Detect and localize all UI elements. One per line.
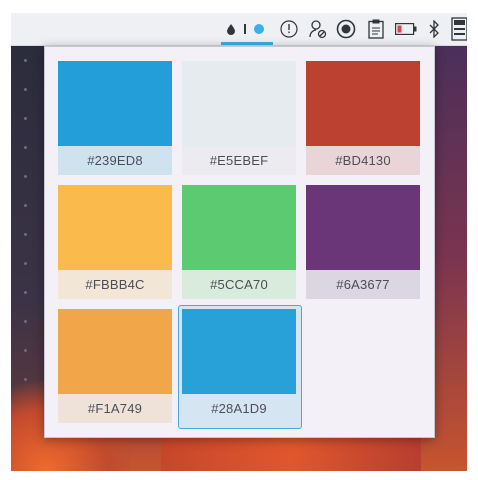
swatch-label[interactable]: #6A3677 [306, 270, 420, 299]
info-circle-icon[interactable] [279, 13, 299, 45]
swatch-label[interactable]: #BD4130 [306, 146, 420, 175]
swatch-label[interactable]: #28A1D9 [182, 394, 296, 423]
top-panel [11, 13, 467, 46]
dot-icon[interactable] [251, 13, 267, 45]
color-swatch[interactable]: #5CCA70 [182, 185, 296, 299]
color-swatch-selected[interactable]: #28A1D9 [182, 309, 296, 423]
swatch-label[interactable]: #5CCA70 [182, 270, 296, 299]
bluetooth-icon[interactable] [425, 13, 443, 45]
user-settings-icon[interactable] [307, 13, 329, 45]
color-swatch[interactable]: #FBBB4C [58, 185, 172, 299]
color-swatch[interactable]: #6A3677 [306, 185, 420, 299]
clipboard-icon[interactable] [365, 13, 387, 45]
water-drop-icon[interactable] [223, 13, 239, 45]
color-swatch[interactable]: #239ED8 [58, 61, 172, 175]
swatch-color[interactable] [182, 61, 296, 146]
swatch-color[interactable] [58, 61, 172, 146]
color-picker-popup: #239ED8 #E5EBEF #BD4130 #FBBB4C #5CCA70 … [44, 46, 435, 438]
keyboard-layout-icon[interactable] [451, 13, 467, 45]
color-swatch[interactable]: #BD4130 [306, 61, 420, 175]
desktop-dot-grid [24, 59, 27, 407]
active-indicator [221, 42, 273, 45]
swatch-color[interactable] [182, 185, 296, 270]
swatch-color[interactable] [306, 185, 420, 270]
swatch-color[interactable] [58, 185, 172, 270]
swatch-color[interactable] [182, 309, 296, 394]
swatch-label[interactable]: #E5EBEF [182, 146, 296, 175]
swatch-label[interactable]: #F1A749 [58, 394, 172, 423]
moon-circle-icon[interactable] [335, 13, 357, 45]
divider-icon [241, 13, 249, 45]
swatch-color[interactable] [58, 309, 172, 394]
battery-low-icon[interactable] [393, 13, 419, 45]
color-swatch[interactable]: #E5EBEF [182, 61, 296, 175]
swatch-label[interactable]: #239ED8 [58, 146, 172, 175]
color-swatch[interactable]: #F1A749 [58, 309, 172, 423]
swatch-color[interactable] [306, 61, 420, 146]
swatch-label[interactable]: #FBBB4C [58, 270, 172, 299]
